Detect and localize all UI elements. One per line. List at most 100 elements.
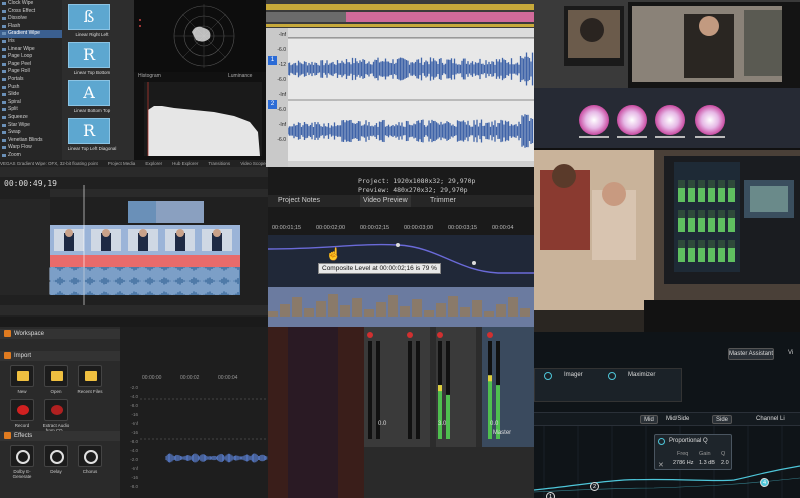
- track-number[interactable]: 2: [268, 100, 277, 109]
- vectorscope: [134, 0, 266, 72]
- channel-value: 3.0: [438, 421, 447, 427]
- module-title[interactable]: Maximizer: [628, 372, 655, 378]
- effect-button[interactable]: Dolby E-Generate: [8, 445, 36, 479]
- power-icon[interactable]: [544, 372, 552, 380]
- db-label: -16: [131, 412, 138, 417]
- import-label: Import: [14, 353, 32, 359]
- ruler-tick-label: 00:00:04: [218, 375, 238, 381]
- transition-list-item[interactable]: Slide: [0, 91, 62, 99]
- eq-band-node[interactable]: 1: [546, 492, 555, 498]
- collapse-icon[interactable]: [4, 432, 11, 439]
- transition-list-item[interactable]: Iris: [0, 38, 62, 46]
- time-ruler[interactable]: 00:00:00 00:00:02 00:00:04: [140, 375, 268, 383]
- panel-tab[interactable]: Transitions: [208, 161, 230, 166]
- transition-list-item[interactable]: Gradient Wipe: [0, 30, 62, 38]
- close-icon[interactable]: ✕: [658, 461, 664, 469]
- transition-list-item[interactable]: Squeeze: [0, 114, 62, 122]
- transition-list-item[interactable]: Cross Effect: [0, 8, 62, 16]
- effect-button[interactable]: Chorus: [76, 445, 104, 479]
- import-label: Record: [14, 423, 30, 428]
- transition-list-item[interactable]: Flash: [0, 23, 62, 31]
- panel-tab[interactable]: Explorer: [145, 161, 162, 166]
- transition-list-item[interactable]: Page Peel: [0, 61, 62, 69]
- transition-list-item[interactable]: Dissolve: [0, 15, 62, 23]
- import-open-button[interactable]: Open: [42, 365, 70, 399]
- transition-list-item[interactable]: Warp Flow: [0, 144, 62, 152]
- band-popup: Proportional Q Freq Gain Q 2786 Hz 1.3 d…: [654, 434, 732, 470]
- waveform-display[interactable]: [288, 39, 534, 167]
- transition-list-item[interactable]: Zoom: [0, 152, 62, 160]
- panel-tab[interactable]: Project Media: [108, 161, 136, 166]
- db-label: -6.0: [277, 77, 286, 83]
- side-button[interactable]: Side: [712, 415, 732, 424]
- transition-list-item[interactable]: Split: [0, 106, 62, 114]
- panel-tab[interactable]: VEGAS Gradient Wipe: OFX, 32-bit floatin…: [0, 161, 98, 166]
- composite-envelope-panel: Project: 1920x1080x32; 29,970p Preview: …: [268, 167, 534, 327]
- track-number[interactable]: 1: [268, 56, 277, 65]
- workspace-header[interactable]: Workspace: [0, 329, 120, 339]
- file-icon: [17, 371, 29, 381]
- transition-preset-thumbnail[interactable]: ß: [68, 4, 110, 30]
- power-icon[interactable]: [608, 372, 616, 380]
- transition-list-item[interactable]: Portals: [0, 76, 62, 84]
- import-extract-audio-from-cd-button[interactable]: Extract Audio from CD...: [42, 399, 70, 433]
- effect-icon: [10, 445, 34, 467]
- hand-cursor-icon: ☝: [326, 247, 341, 261]
- composite-level-envelope[interactable]: [268, 167, 534, 327]
- time-ruler[interactable]: [288, 28, 534, 38]
- import-header[interactable]: Import: [0, 351, 120, 361]
- transition-list-item[interactable]: Page Roll: [0, 68, 62, 76]
- effects-label: Effects: [14, 433, 33, 439]
- transition-list-item[interactable]: Page Loop: [0, 53, 62, 61]
- transition-preset-thumbnail[interactable]: R: [68, 42, 110, 68]
- power-icon[interactable]: [658, 438, 665, 445]
- transition-preset-thumbnail[interactable]: R: [68, 118, 110, 144]
- gain-label: Gain: [699, 451, 711, 457]
- db-scale: -2.0 -4.0 -8.0 -16 -Inf -16 -8.0 -4.0 -2.0 -Inf -1…: [120, 385, 140, 498]
- workspace-label: Workspace: [14, 331, 44, 337]
- preset-label: Linear Top Bottom: [73, 70, 111, 75]
- composite-tooltip: Composite Level at 00:00:02;16 is 79 %: [318, 263, 441, 274]
- collapse-icon[interactable]: [4, 330, 11, 337]
- audio-timeline: 00:00:00 00:00:02 00:00:04 -2.0 -4.0 -8.0 -16…: [120, 327, 268, 498]
- preset-label: Linear Right Left: [75, 32, 109, 37]
- effect-button[interactable]: Delay: [42, 445, 70, 479]
- mid-button[interactable]: Mid: [640, 415, 658, 424]
- file-icon: [17, 405, 29, 415]
- module-title[interactable]: Imager: [564, 372, 583, 378]
- eq-panel: Master Assistant Vi Imager Maximizer Mid …: [534, 332, 800, 498]
- effect-icon: [44, 445, 68, 467]
- effect-label: Delay: [50, 469, 62, 474]
- import-new-button[interactable]: New: [8, 365, 36, 399]
- transition-list-item[interactable]: Push: [0, 84, 62, 92]
- transition-list-item[interactable]: Venetian Blinds: [0, 137, 62, 145]
- transition-list-item[interactable]: Clock Wipe: [0, 0, 62, 8]
- gain-value[interactable]: 1.3 dB: [699, 460, 715, 466]
- db-label: -6.0: [277, 47, 286, 53]
- mode-select[interactable]: Mid/Side: [666, 416, 689, 422]
- collapse-icon[interactable]: [4, 352, 11, 359]
- eq-band-node[interactable]: 4: [760, 478, 769, 487]
- channel-link[interactable]: Channel Li: [756, 416, 785, 422]
- view-label[interactable]: Vi: [788, 350, 793, 356]
- effects-header[interactable]: Effects: [0, 431, 120, 441]
- panel-tab[interactable]: Video Scopes: [240, 161, 266, 166]
- audio-waveform[interactable]: [140, 383, 268, 498]
- timeline-tracks[interactable]: [0, 167, 268, 327]
- import-recent-files-button[interactable]: Recent Files: [76, 365, 104, 399]
- freq-value[interactable]: 2786 Hz: [673, 460, 694, 466]
- import-label: New: [17, 389, 27, 394]
- master-assistant-button[interactable]: Master Assistant: [728, 348, 774, 360]
- transition-list-item[interactable]: Star Wipe: [0, 122, 62, 130]
- q-value[interactable]: 2.0: [721, 460, 729, 466]
- import-icon: [78, 365, 102, 387]
- transition-list-item[interactable]: Swap: [0, 129, 62, 137]
- dial-icon: [16, 450, 30, 464]
- transition-list-item[interactable]: Linear Wipe: [0, 46, 62, 54]
- band-type-select[interactable]: Proportional Q: [669, 438, 708, 444]
- panel-tab[interactable]: Hub Explorer: [172, 161, 198, 166]
- import-record-button[interactable]: Record: [8, 399, 36, 433]
- transition-preset-thumbnail[interactable]: A: [68, 80, 110, 106]
- eq-band-node[interactable]: 2: [590, 482, 599, 491]
- transition-list-item[interactable]: Spiral: [0, 99, 62, 107]
